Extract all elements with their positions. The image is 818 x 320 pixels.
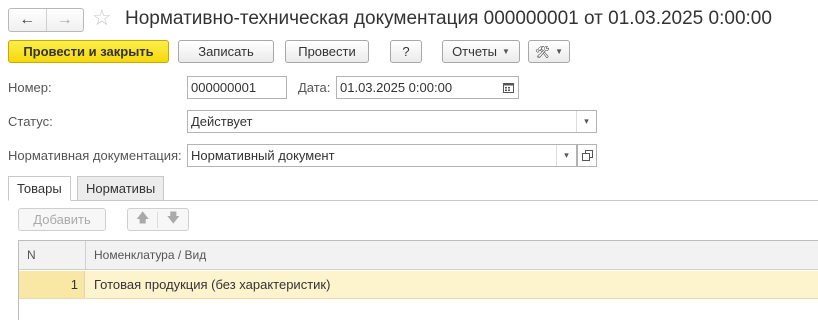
forward-button[interactable]: → [45,9,84,31]
tab-goods[interactable]: Товары [8,176,71,201]
tab-norms[interactable]: Нормативы [77,176,165,201]
reports-label: Отчеты [452,44,497,59]
table-row[interactable]: 1 Готовая продукция (без характеристик) [19,271,818,299]
arrow-right-icon: → [56,11,73,28]
status-value: Действует [191,114,253,129]
normative-doc-label: Нормативная документация: [8,148,182,163]
tools-button[interactable]: 🛠 ▼ [528,40,570,63]
arrow-down-icon[interactable]: 🡇 [167,209,180,231]
tools-icon: 🛠 [534,44,551,59]
post-and-close-button[interactable]: Провести и закрыть [8,40,169,63]
column-header-nomenclature[interactable]: Номенклатура / Вид [86,241,818,270]
date-value: 01.03.2025 0:00:00 [340,80,453,95]
back-button[interactable]: ← [9,9,46,31]
column-header-n[interactable]: N [19,241,86,270]
page-title: Нормативно-техническая документация 0000… [125,8,772,29]
arrow-left-icon: ← [19,11,36,28]
status-select[interactable]: Действует ▾ [187,110,597,133]
divider [157,211,159,228]
row-nomenclature: Готовая продукция (без характеристик) [94,277,331,292]
post-button[interactable]: Провести [285,40,369,63]
calendar-icon[interactable] [498,77,518,98]
move-buttons: 🡅 🡇 [127,208,189,231]
number-field[interactable]: 000000001 [187,76,287,99]
navigation-buttons: ← → [8,8,84,32]
row-number: 1 [19,271,85,298]
help-button[interactable]: ? [390,40,422,63]
chevron-down-icon: ▼ [502,47,510,56]
chevron-down-icon[interactable]: ▾ [576,111,596,132]
chevron-down-icon[interactable]: ▾ [556,145,576,166]
write-button[interactable]: Записать [178,40,274,63]
arrow-up-icon[interactable]: 🡅 [136,209,149,231]
date-field[interactable]: 01.03.2025 0:00:00 [336,76,519,99]
favorite-star-icon[interactable]: ☆ [92,6,112,30]
date-label: Дата: [298,80,331,95]
number-label: Номер: [8,80,52,95]
reports-button[interactable]: Отчеты ▼ [442,40,520,63]
chevron-down-icon: ▼ [555,47,564,56]
normative-doc-select[interactable]: Нормативный документ ▾ [187,144,577,167]
status-label: Статус: [8,114,53,129]
add-button[interactable]: Добавить [18,208,106,231]
normative-doc-value: Нормативный документ [191,148,335,163]
open-link-icon[interactable] [577,144,597,167]
goods-table: N Номенклатура / Вид 1 Готовая продукция… [18,240,818,320]
